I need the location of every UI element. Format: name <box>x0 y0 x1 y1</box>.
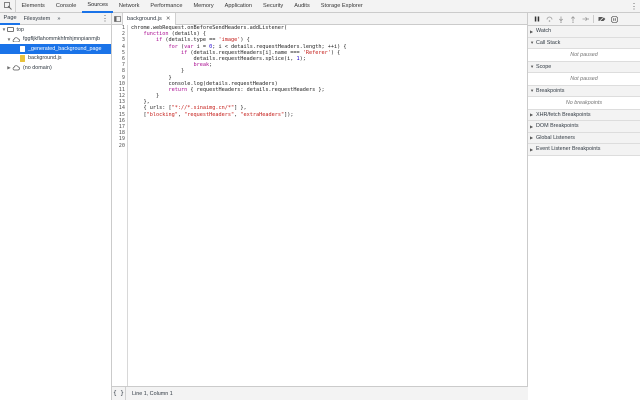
tree-item-no-domain[interactable]: ▶ (no domain) <box>0 63 111 73</box>
scope-section-header[interactable]: ▼ Scope <box>528 61 640 73</box>
step-icon[interactable] <box>579 13 591 26</box>
global-listeners-section-header[interactable]: ▶ Global Listeners <box>528 132 640 144</box>
pause-on-exceptions-icon[interactable] <box>608 13 620 26</box>
toggle-navigator-icon[interactable] <box>112 12 123 25</box>
step-into-icon[interactable] <box>555 13 567 26</box>
editor-tabbar: background.js ✕ <box>112 12 527 25</box>
tree-item-generated-page[interactable]: _generated_background_page <box>0 44 111 54</box>
devtools-tabbar: Elements Console Sources Network Perform… <box>0 0 640 13</box>
tree-item-extension[interactable]: ▼ fggfljkflahommkhfmhjmnpianmjb <box>0 35 111 45</box>
debugger-sidebar: ▶ Watch ▼ Call Stack Not paused ▼ Scope Not… <box>528 13 640 400</box>
tree-item-top[interactable]: ▼ top <box>0 25 111 35</box>
tree-item-label: (no domain) <box>23 64 52 71</box>
call-stack-section-header[interactable]: ▼ Call Stack <box>528 37 640 49</box>
close-icon[interactable]: ✕ <box>166 16 171 22</box>
line-number-gutter[interactable]: 1 2 3 4 5 6 7 8 9 10 11 12 13 14 15 16 17 18 19 20 <box>112 25 128 386</box>
tree-item-label: top <box>16 26 25 33</box>
breakpoints-status: No breakpoints <box>528 97 640 110</box>
file-tree: ▼ top ▼ fggfljkflahommkhfmhjmnpianmjb _g… <box>0 25 111 73</box>
debugger-toolbar <box>528 13 640 26</box>
editor-tab-background-js[interactable]: background.js ✕ <box>123 12 176 25</box>
tab-page[interactable]: Page <box>0 13 21 25</box>
tab-console[interactable]: Console <box>50 0 82 13</box>
breakpoints-section-header[interactable]: ▼ Breakpoints <box>528 85 640 97</box>
frame-icon <box>7 27 14 33</box>
navigator-tabs: Page Filesystem » ⋮ <box>0 13 111 25</box>
tab-sources[interactable]: Sources <box>81 0 114 13</box>
file-navigator: Page Filesystem » ⋮ ▼ top ▼ fggfljkflaho… <box>0 13 112 400</box>
step-out-icon[interactable] <box>567 13 579 26</box>
dom-breakpoints-section-header[interactable]: ▶ DOM Breakpoints <box>528 121 640 133</box>
file-icon <box>20 45 25 52</box>
tab-performance[interactable]: Performance <box>145 0 188 13</box>
code-line[interactable] <box>131 143 347 149</box>
tab-network[interactable]: Network <box>113 0 145 13</box>
deactivate-breakpoints-icon[interactable] <box>596 13 608 26</box>
tab-audits[interactable]: Audits <box>289 0 316 13</box>
cloud-icon <box>12 65 20 71</box>
editor-tab-label: background.js <box>127 15 162 22</box>
code-lines[interactable]: chrome.webRequest.onBeforeSendHeaders.ad… <box>131 25 347 149</box>
step-over-icon[interactable] <box>543 13 555 26</box>
editor-status-bar: { } Line 1, Column 1 <box>112 386 528 400</box>
call-stack-status: Not paused <box>528 49 640 62</box>
tab-filesystem[interactable]: Filesystem <box>20 13 54 25</box>
event-listener-breakpoints-section-header[interactable]: ▶ Event Listener Breakpoints <box>528 144 640 156</box>
code-area[interactable]: 1 2 3 4 5 6 7 8 9 10 11 12 13 14 15 16 17 18 19 20 chrome.w… <box>112 25 528 386</box>
pretty-print-button[interactable]: { } <box>112 386 126 400</box>
xhr-breakpoints-section-header[interactable]: ▶ XHR/fetch Breakpoints <box>528 109 640 121</box>
more-tabs-button[interactable]: » <box>54 13 64 25</box>
tab-storage-explorer[interactable]: Storage Explorer <box>315 0 368 13</box>
tab-application[interactable]: Application <box>219 0 257 13</box>
js-file-icon <box>20 55 25 62</box>
inspect-icon[interactable] <box>0 0 16 13</box>
pause-icon[interactable] <box>531 13 543 26</box>
scope-status: Not paused <box>528 73 640 86</box>
tab-memory[interactable]: Memory <box>188 0 219 13</box>
tree-item-label: fggfljkflahommkhfmhjmnpianmjb <box>23 36 100 43</box>
tree-item-label: background.js <box>28 55 62 62</box>
watch-section-header[interactable]: ▶ Watch <box>528 26 640 38</box>
tree-item-label: _generated_background_page <box>28 45 102 52</box>
tab-security[interactable]: Security <box>258 0 289 13</box>
cloud-icon <box>12 36 20 42</box>
code-line[interactable]: return { requestHeaders: details.request… <box>131 87 347 93</box>
line-number[interactable]: 20 <box>112 143 127 149</box>
code-editor: background.js ✕ 1 2 3 4 5 6 7 8 9 10 11 12 13 14 15 16 1… <box>112 12 528 400</box>
cursor-position: Line 1, Column 1 <box>132 390 173 397</box>
tab-elements[interactable]: Elements <box>16 0 50 13</box>
tree-item-background-js[interactable]: background.js <box>0 54 111 64</box>
kebab-menu-icon[interactable]: ⋮ <box>628 0 640 13</box>
navigator-menu-icon[interactable]: ⋮ <box>99 13 111 25</box>
